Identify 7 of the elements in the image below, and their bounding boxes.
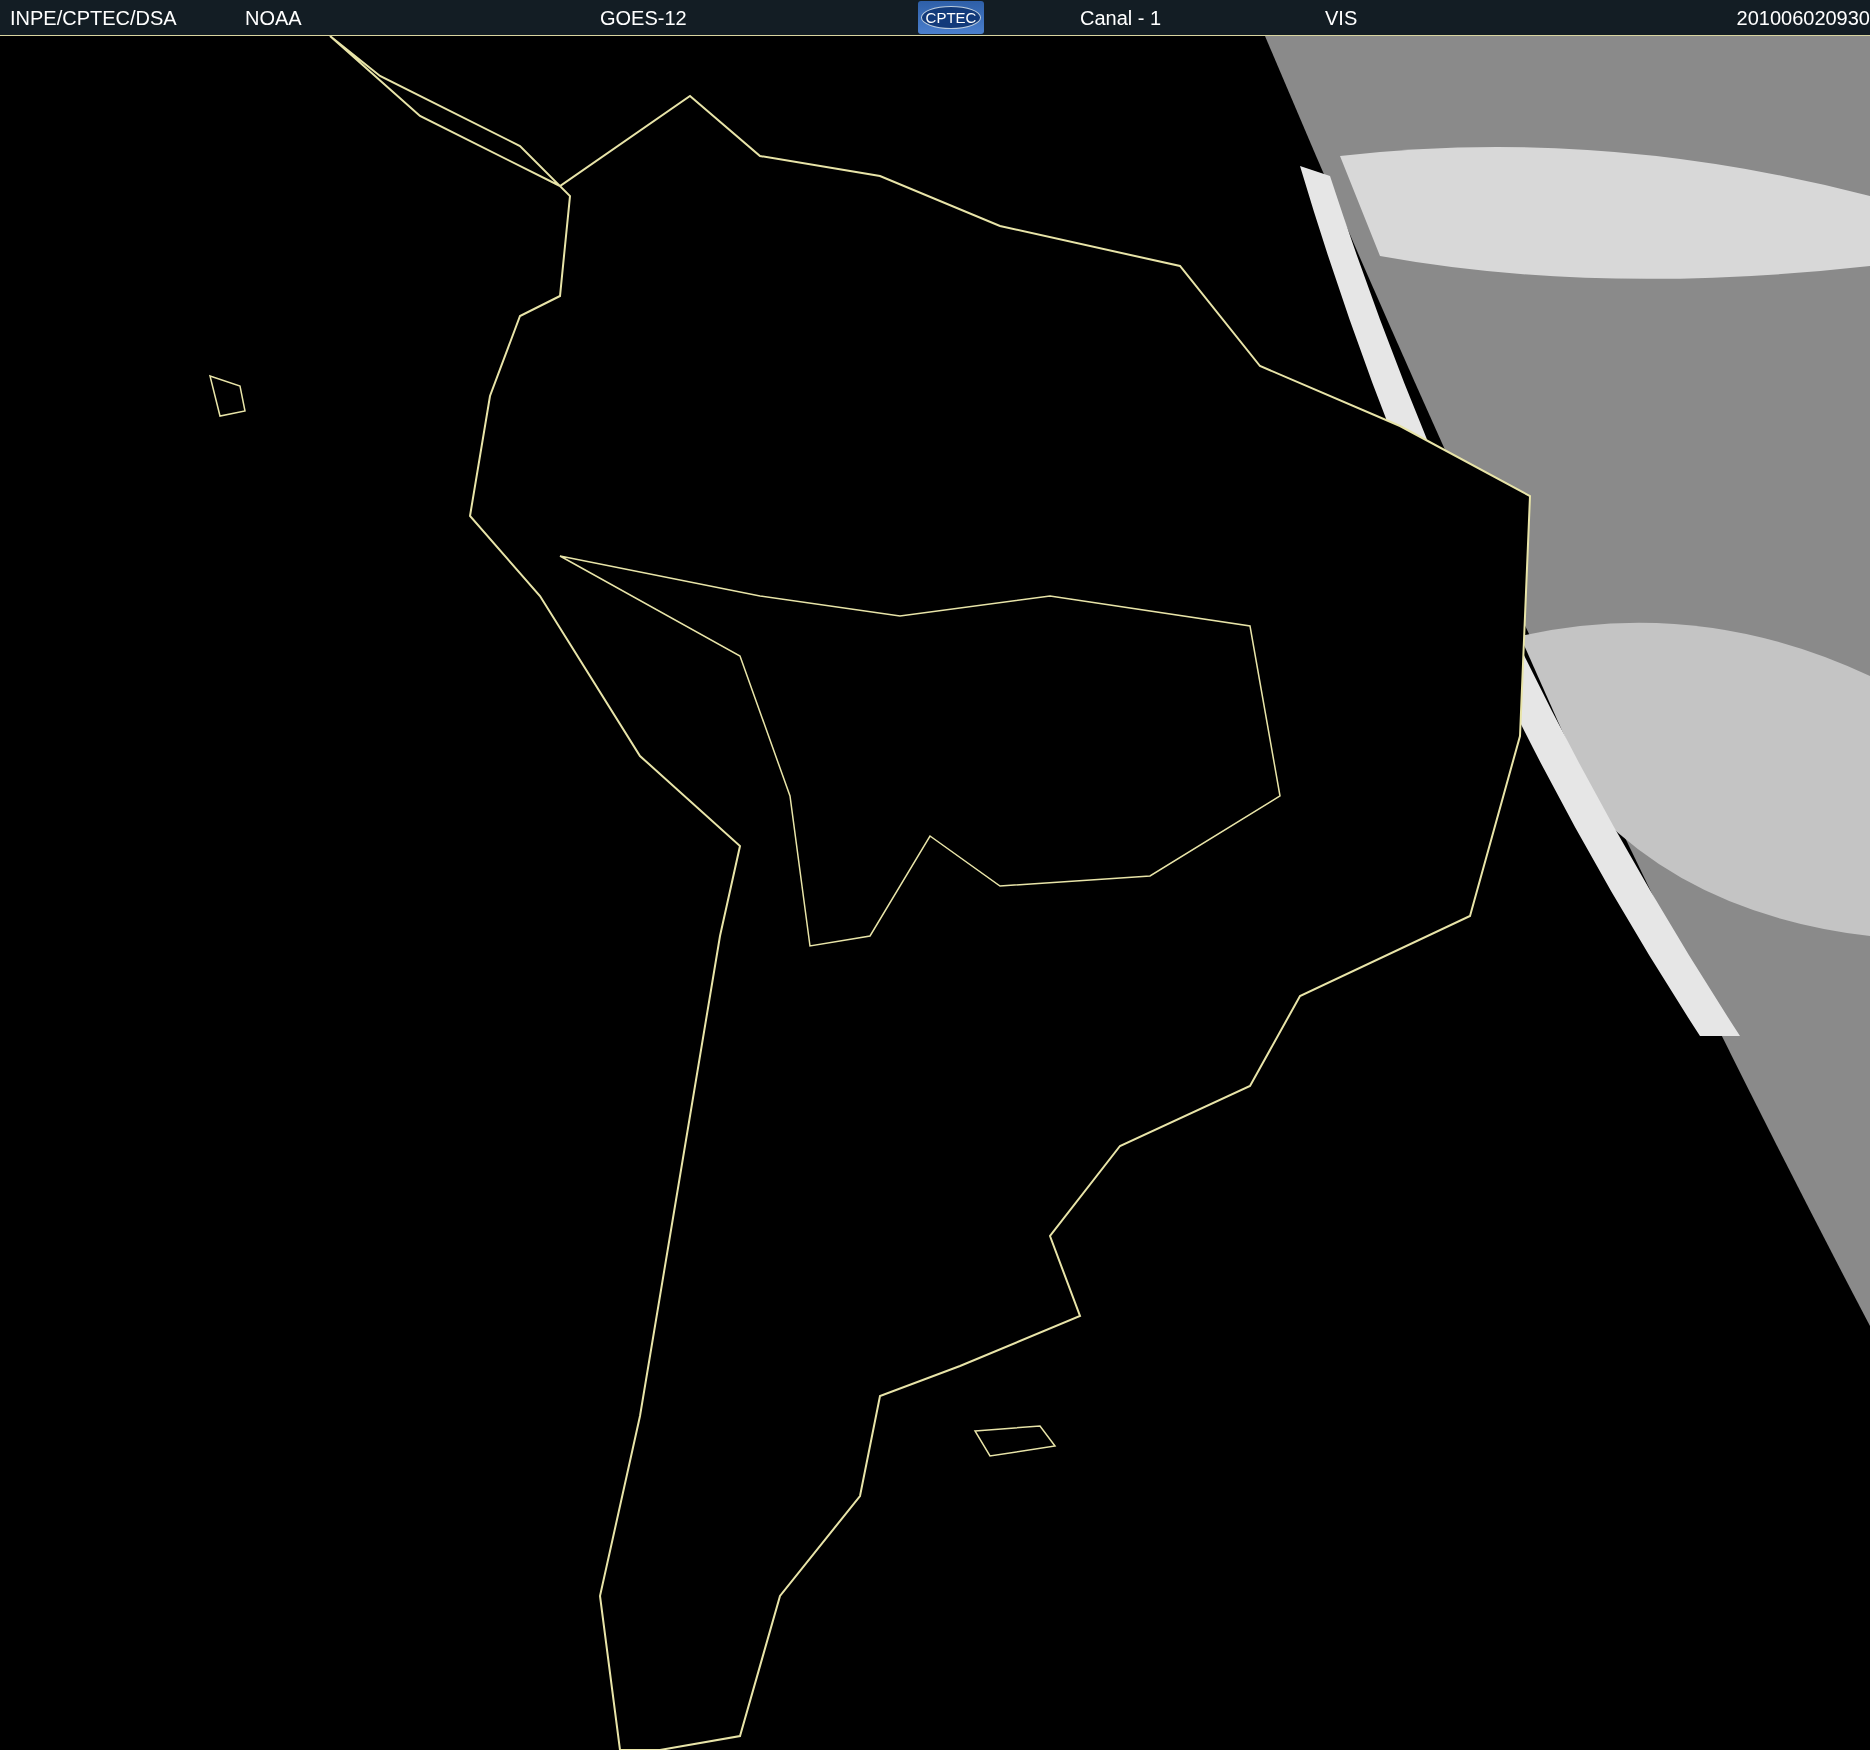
header-label: INPE/CPTEC/DSA — [10, 5, 177, 30]
header-label: GOES-12 — [600, 5, 687, 30]
header-label: NOAA — [245, 5, 302, 30]
header-label: Canal - 1 — [1080, 5, 1162, 30]
header-label: 201006020930 — [1736, 5, 1870, 30]
header-label: VIS — [1325, 5, 1358, 30]
logo: CPTEC — [918, 1, 984, 34]
